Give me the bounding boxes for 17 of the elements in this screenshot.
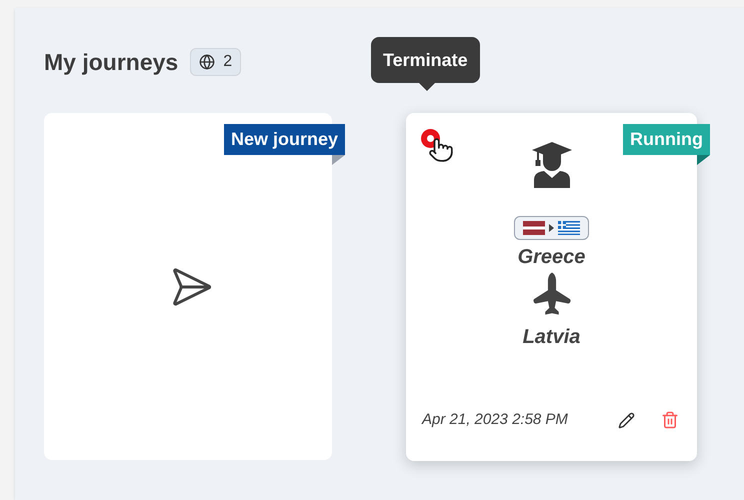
tooltip: Terminate: [371, 37, 480, 83]
arrow-right-icon: [549, 224, 554, 232]
greece-flag-icon: [558, 221, 580, 235]
status-badge: Running: [623, 124, 710, 155]
tooltip-arrow-icon: [418, 83, 435, 91]
globe-icon: [199, 54, 216, 70]
ribbon-fold-icon: [697, 155, 710, 165]
origin-text: Latvia: [522, 325, 580, 350]
latvia-flag-icon: [523, 221, 545, 235]
new-journey-badge: New journey: [224, 124, 345, 155]
page-title: My journeys: [44, 48, 178, 77]
destination-text: Greece: [518, 245, 586, 270]
count-badge: 2: [190, 48, 242, 76]
ribbon-fold-icon: [332, 155, 345, 165]
hand-cursor-icon: [428, 137, 454, 163]
graduate-icon: [530, 140, 574, 188]
date-text: Apr 21, 2023 2:58 PM: [422, 410, 568, 430]
